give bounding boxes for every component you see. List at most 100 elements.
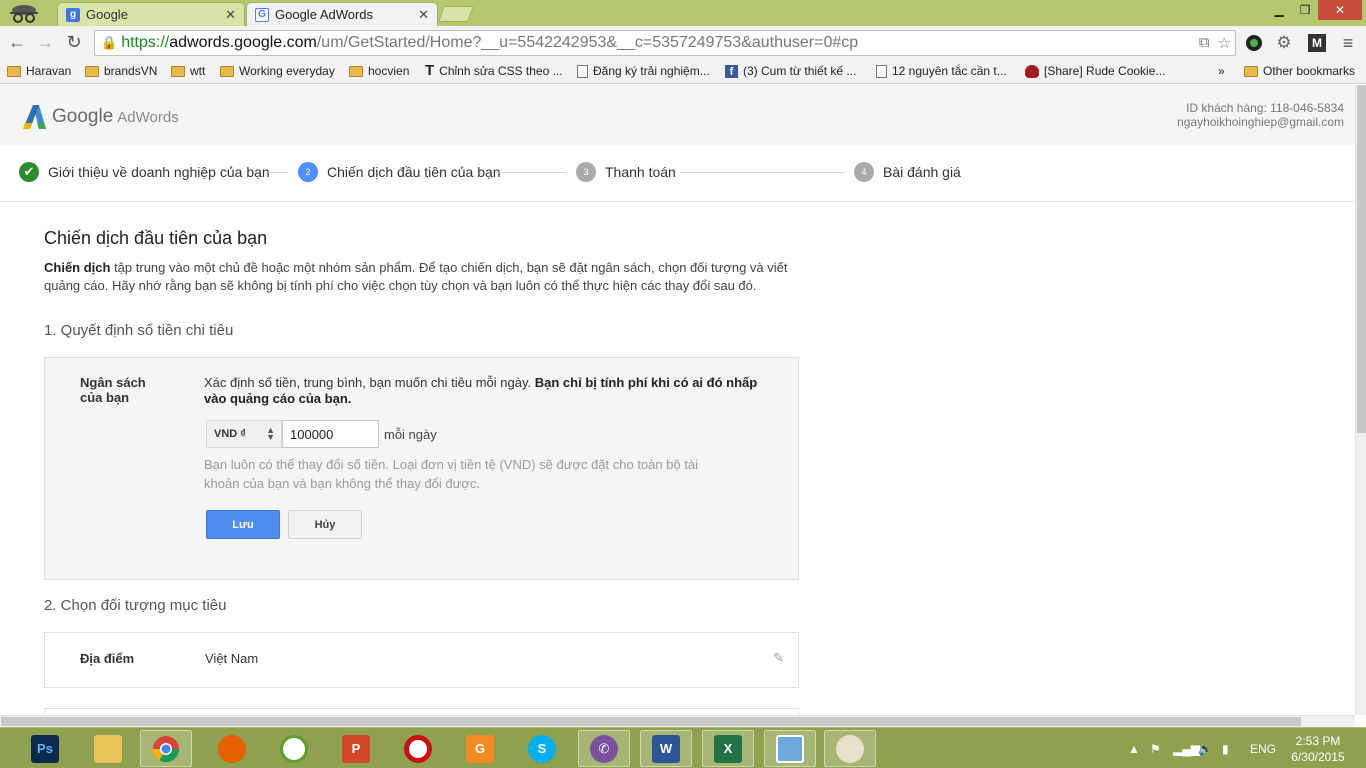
translate-icon[interactable]: ⧉ [1199,34,1210,52]
bookmarks-overflow-chevron[interactable]: » [1218,62,1225,80]
tab-google[interactable]: g Google ✕ [57,2,245,26]
step-first-campaign[interactable]: 2 Chiến dịch đầu tiên của bạn [298,162,501,182]
other-bookmarks[interactable]: Other bookmarks [1244,62,1355,80]
step-connector [496,172,566,173]
extension-m-icon[interactable]: M [1306,33,1328,53]
step-connector [680,172,845,173]
vertical-scrollbar[interactable] [1355,85,1366,715]
network-signal-icon[interactable]: ▂▄▆ [1173,728,1200,768]
progress-steps: ✔ Giới thiệu về doanh nghiệp của bạn 2 C… [0,145,1355,202]
bookmark-item[interactable]: wtt [171,62,205,80]
url-path: /um/GetStarted/Home?__u=5542242953&__c=5… [316,34,859,51]
step-business-intro[interactable]: ✔ Giới thiệu về doanh nghiệp của bạn [19,162,270,182]
bookmark-item[interactable]: Đăng ký trải nghiệm... [577,62,710,80]
taskbar-foxit[interactable]: G [454,730,506,767]
scrollbar-thumb[interactable] [1,717,1301,726]
skype-icon: S [528,734,556,763]
address-bar[interactable]: 🔒 https:// adwords.google.com /um/GetSta… [94,30,1236,56]
system-clock[interactable]: 2:53 PM 6/30/2015 [1283,733,1353,765]
back-arrow-icon[interactable]: ← [5,30,29,54]
taskbar-paint[interactable] [824,730,876,767]
taskbar-firefox[interactable] [206,730,258,767]
scrollbar-thumb[interactable] [1357,85,1366,433]
adwords-page: Google AdWords ID khách hàng: 118-046-583… [0,85,1355,715]
close-tab-icon[interactable]: ✕ [225,7,236,23]
photo-viewer-icon [776,734,804,763]
battery-icon[interactable]: ▮ [1222,728,1229,768]
taskbar-photoshop[interactable]: Ps [19,730,71,767]
language-indicator[interactable]: ENG [1250,728,1276,768]
budget-note: Bạn luôn có thể thay đổi số tiền. Loại đ… [204,457,699,491]
account-info[interactable]: ID khách hàng: 118-046-5834 ngayhoikhoin… [1177,101,1344,129]
taskbar-powerpoint[interactable]: P [330,730,382,767]
next-panel [44,708,799,715]
incognito-spy-icon[interactable] [6,2,42,24]
logo-google-text: Google [52,106,114,127]
folder-icon [349,65,363,77]
adwords-logo[interactable]: Google AdWords [20,104,179,130]
save-button[interactable]: Lưu [206,510,280,539]
bookmarks-bar: Haravan brandsVN wtt Working everyday ho… [0,59,1366,84]
taskbar-app-green[interactable] [268,730,320,767]
edit-pencil-icon[interactable]: ✎ [773,650,784,666]
volume-icon[interactable]: 🔈 [1198,728,1213,768]
adwords-logo-icon [23,105,46,129]
tab-google-adwords[interactable]: G Google AdWords ✕ [246,2,438,26]
close-window-icon[interactable]: ✕ [1318,0,1362,20]
taskbar-skype[interactable]: S [516,730,568,767]
taskbar-viber[interactable]: ✆ [578,730,630,767]
section-budget-title: 1. Quyết định số tiền chi tiêu [44,322,234,339]
customer-id: ID khách hàng: 118-046-5834 [1186,101,1344,115]
folder-icon [85,65,99,77]
reload-icon[interactable]: ↻ [62,30,86,54]
bookmark-item[interactable]: Working everyday [220,62,335,80]
currency-select[interactable]: VND ₫ ▲ ▼ [206,420,282,448]
per-day-label: mỗi ngày [384,427,437,442]
windows-taskbar: Ps P G S ✆ W X ▲ ⚑ ▂▄▆ 🔈 ▮ ENG 2:53 PM 6… [0,727,1366,768]
horizontal-scrollbar[interactable] [0,715,1355,727]
paint-palette-icon [836,734,864,763]
budget-description: Xác định số tiền, trung bình, bạn muốn c… [204,375,758,406]
taskbar-chrome[interactable] [140,730,192,767]
cookie-icon [1025,64,1039,78]
new-tab-button[interactable] [438,6,474,22]
location-panel[interactable]: Địa điểm Việt Nam ✎ [44,632,799,688]
forward-arrow-icon[interactable]: → [33,30,57,54]
firefox-icon [218,734,246,763]
bookmark-item[interactable]: [Share] Rude Cookie... [1025,62,1165,80]
step-review[interactable]: 4 Bài đánh giá [854,162,961,182]
chrome-menu-icon[interactable]: ≡ [1337,33,1359,53]
step-payment[interactable]: 3 Thanh toán [576,162,676,182]
budget-label: Ngân sách của bạn [80,375,146,405]
cancel-button[interactable]: Hủy [288,510,362,539]
viber-icon: ✆ [590,734,618,763]
action-center-flag-icon[interactable]: ⚑ [1150,728,1161,768]
bookmark-star-icon[interactable]: ☆ [1218,34,1231,52]
budget-amount-input[interactable]: 100000 [282,420,379,448]
extension-camera-icon[interactable] [1243,33,1265,53]
location-label: Địa điểm [80,651,135,666]
bookmark-item[interactable]: f (3) Cum từ thiết kế ... [725,62,856,80]
budget-panel: Ngân sách của bạn Xác định số tiền, trun… [44,357,799,580]
show-hidden-icons-chevron[interactable]: ▲ [1128,728,1140,768]
taskbar-word[interactable]: W [640,730,692,767]
bookmark-item[interactable]: 12 nguyên tắc cần t... [876,62,1007,80]
bookmark-item[interactable]: Haravan [7,62,71,80]
chrome-icon [152,735,180,762]
word-icon: W [652,734,680,763]
extension-gear-icon[interactable]: ⚙ [1273,33,1295,53]
page-title: Chiến dịch đầu tiên của bạn [44,228,268,248]
taskbar-excel[interactable]: X [702,730,754,767]
bookmark-item[interactable]: T Chỉnh sửa CSS theo ... [425,62,563,80]
taskbar-explorer[interactable] [82,730,134,767]
bookmark-item[interactable]: hocvien [349,62,409,80]
facebook-icon: f [725,64,738,78]
step-connector [268,172,288,173]
intro-paragraph: Chiến dịch tập trung vào một chủ đề hoặc… [44,260,788,293]
minimize-icon[interactable]: ▁ [1266,0,1292,20]
close-tab-icon[interactable]: ✕ [418,7,429,23]
restore-icon[interactable]: ❐ [1292,0,1318,20]
bookmark-item[interactable]: brandsVN [85,62,157,80]
taskbar-photo-viewer[interactable] [764,730,816,767]
taskbar-opera[interactable] [392,730,444,767]
